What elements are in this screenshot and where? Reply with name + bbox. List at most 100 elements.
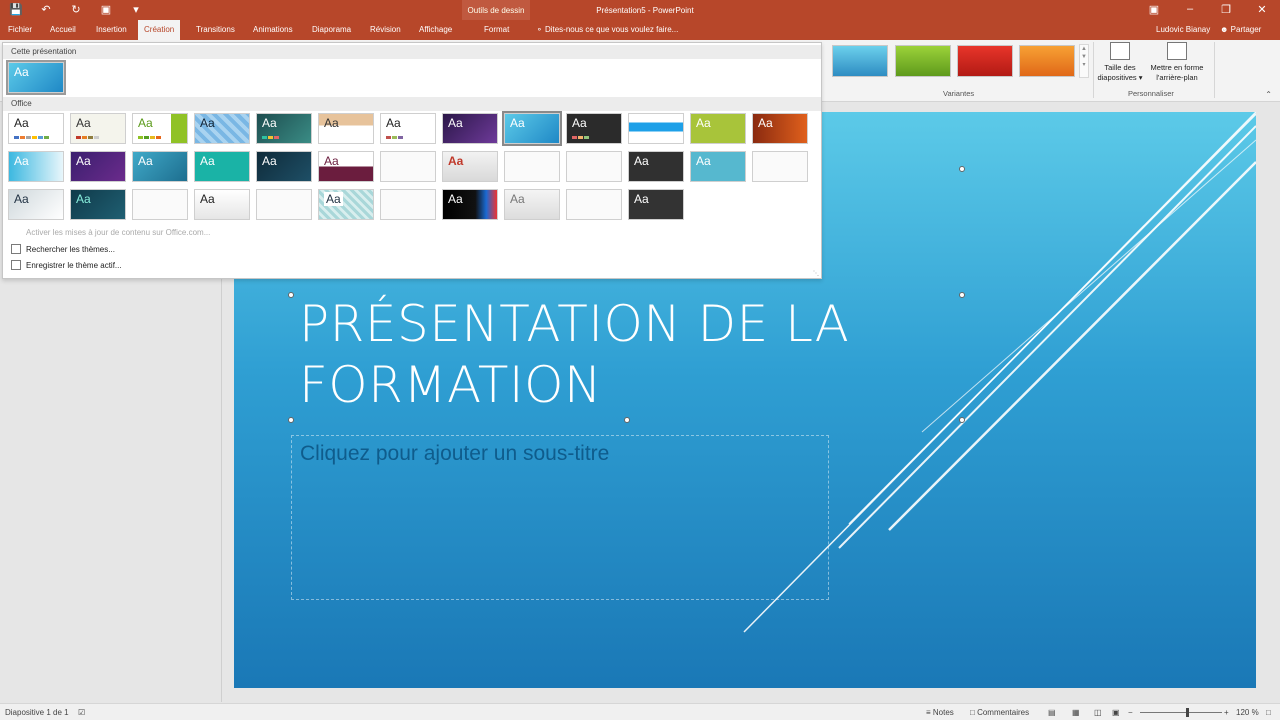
resize-handle[interactable] xyxy=(959,292,965,298)
fit-slide-icon[interactable]: □ xyxy=(1266,708,1271,717)
slide-size-label-2: diapositives ▾ xyxy=(1097,73,1143,82)
minimize-icon[interactable]: – xyxy=(1182,3,1198,16)
theme-tile[interactable]: Aa xyxy=(194,189,250,220)
theme-tile[interactable]: Aa xyxy=(132,151,188,182)
theme-tile[interactable]: Aa xyxy=(70,151,126,182)
theme-tile-current[interactable]: Aa xyxy=(6,60,66,95)
theme-tile[interactable]: Aa xyxy=(70,189,126,220)
theme-tile[interactable]: Aa xyxy=(752,113,808,144)
zoom-level[interactable]: 120 % xyxy=(1236,708,1259,717)
window-title: Présentation5 - PowerPoint xyxy=(596,6,694,15)
reading-view-icon[interactable]: ◫ xyxy=(1094,708,1102,717)
theme-tile[interactable] xyxy=(566,189,622,220)
tab-diaporama[interactable]: Diaporama xyxy=(306,20,357,40)
theme-tile[interactable]: Aa xyxy=(690,113,746,144)
subtitle-placeholder[interactable]: Cliquez pour ajouter un sous-titre xyxy=(291,435,829,600)
resize-handle[interactable] xyxy=(624,417,630,423)
tell-me-search[interactable]: ⚬ Dites-nous ce que vous voulez faire... xyxy=(536,20,678,40)
tab-animations[interactable]: Animations xyxy=(247,20,299,40)
resize-handle[interactable] xyxy=(288,292,294,298)
theme-tile[interactable]: Aa xyxy=(442,189,498,220)
tab-creation[interactable]: Création xyxy=(138,20,181,40)
theme-tile[interactable]: Aa xyxy=(504,189,560,220)
redo-icon[interactable]: ↻ xyxy=(68,3,84,16)
theme-tile[interactable] xyxy=(380,189,436,220)
variant-blue[interactable] xyxy=(832,45,888,77)
tab-format[interactable]: Format xyxy=(478,20,515,40)
save-icon[interactable]: 💾 xyxy=(8,3,24,16)
variant-orange[interactable] xyxy=(1019,45,1075,77)
theme-tile[interactable]: Aa xyxy=(628,189,684,220)
zoom-slider[interactable] xyxy=(1140,712,1222,713)
theme-tile[interactable]: Aa xyxy=(132,113,188,144)
slide-sorter-icon[interactable]: ▦ xyxy=(1072,708,1080,717)
theme-tile[interactable]: Aa xyxy=(256,113,312,144)
zoom-out-icon[interactable]: − xyxy=(1128,708,1133,717)
slideshow-icon[interactable]: ▣ xyxy=(1112,708,1120,717)
format-background-button[interactable]: Mettre en forme l'arrière-plan xyxy=(1146,42,1208,83)
tab-transitions[interactable]: Transitions xyxy=(190,20,241,40)
restore-icon[interactable]: ❐ xyxy=(1218,3,1234,16)
variant-green[interactable] xyxy=(895,45,951,77)
theme-tile[interactable]: Aa xyxy=(194,113,250,144)
theme-tile[interactable] xyxy=(132,189,188,220)
notes-button[interactable]: ≡ Notes xyxy=(926,708,954,717)
theme-tile[interactable] xyxy=(504,151,560,182)
resize-handle[interactable] xyxy=(959,166,965,172)
save-theme-label: Enregistrer le thème actif... xyxy=(26,260,122,270)
slide-size-button[interactable]: Taille des diapositives ▾ xyxy=(1096,42,1144,83)
close-icon[interactable]: ✕ xyxy=(1254,3,1270,16)
title-bar: 💾 ↶ ↻ ▣ ▾ Outils de dessin Présentation5… xyxy=(0,0,1280,20)
variants-more-icon[interactable]: ▲ ▼ ▾ xyxy=(1079,44,1089,78)
group-separator xyxy=(1214,42,1215,98)
theme-tile[interactable]: Aa xyxy=(70,113,126,144)
present-icon[interactable]: ▣ xyxy=(98,3,114,16)
normal-view-icon[interactable]: ▤ xyxy=(1048,708,1056,717)
theme-tile[interactable]: Aa xyxy=(502,111,562,146)
resize-handle[interactable] xyxy=(959,417,965,423)
theme-tile[interactable]: Aa xyxy=(8,151,64,182)
theme-tile[interactable]: Aa xyxy=(8,189,64,220)
theme-tile[interactable] xyxy=(628,113,684,144)
tab-revision[interactable]: Révision xyxy=(364,20,407,40)
theme-tile[interactable]: Aa xyxy=(256,151,312,182)
collapse-ribbon-icon[interactable]: ⌃ xyxy=(1265,90,1272,99)
resize-grip-icon[interactable]: ⋱ xyxy=(813,270,819,277)
theme-tile[interactable] xyxy=(752,151,808,182)
tab-affichage[interactable]: Affichage xyxy=(413,20,458,40)
undo-icon[interactable]: ↶ xyxy=(38,3,54,16)
group-separator xyxy=(1093,42,1094,98)
spellcheck-icon[interactable]: ☑ xyxy=(78,708,85,717)
slide-title[interactable]: PRÉSENTATION DE LA FORMATION xyxy=(299,294,899,416)
resize-handle[interactable] xyxy=(288,417,294,423)
comments-button[interactable]: □ Commentaires xyxy=(970,708,1029,717)
customize-qat-icon[interactable]: ▾ xyxy=(128,3,144,16)
theme-tile[interactable]: Aa xyxy=(318,189,374,220)
user-name[interactable]: Ludovic Bianay xyxy=(1156,20,1210,40)
theme-tile[interactable]: Aa xyxy=(380,113,436,144)
browse-themes-command[interactable]: Rechercher les thèmes... xyxy=(11,244,115,254)
variant-red[interactable] xyxy=(957,45,1013,77)
tab-fichier[interactable]: Fichier xyxy=(2,20,38,40)
theme-tile[interactable] xyxy=(380,151,436,182)
theme-tile[interactable]: Aa xyxy=(628,151,684,182)
ribbon-display-icon[interactable]: ▣ xyxy=(1146,3,1162,16)
theme-tile[interactable]: Aa xyxy=(566,113,622,144)
theme-tile[interactable]: Aa xyxy=(690,151,746,182)
save-icon xyxy=(11,260,21,270)
tab-insertion[interactable]: Insertion xyxy=(90,20,133,40)
theme-tile[interactable]: Aa xyxy=(318,151,374,182)
theme-tile[interactable]: Aa xyxy=(8,113,64,144)
theme-tile[interactable]: Aa xyxy=(194,151,250,182)
save-theme-command[interactable]: Enregistrer le thème actif... xyxy=(11,260,122,270)
theme-tile[interactable] xyxy=(256,189,312,220)
theme-tile[interactable]: Aa xyxy=(442,151,498,182)
tab-accueil[interactable]: Accueil xyxy=(44,20,82,40)
theme-tile[interactable] xyxy=(566,151,622,182)
zoom-slider-thumb[interactable] xyxy=(1186,708,1189,717)
share-button[interactable]: ☻ Partager xyxy=(1220,20,1261,40)
zoom-in-icon[interactable]: + xyxy=(1224,708,1229,717)
theme-tile[interactable]: Aa xyxy=(318,113,374,144)
tell-me-label: Dites-nous ce que vous voulez faire... xyxy=(544,25,679,34)
theme-tile[interactable]: Aa xyxy=(442,113,498,144)
